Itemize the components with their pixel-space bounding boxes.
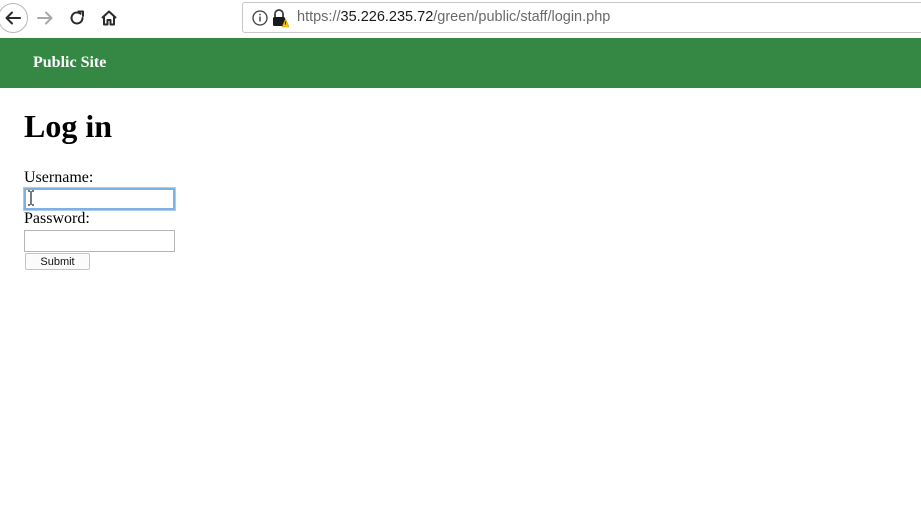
submit-button[interactable]: Submit — [25, 253, 90, 270]
browser-toolbar: https://35.226.235.72/green/public/staff… — [0, 0, 921, 38]
url-text[interactable]: https://35.226.235.72/green/public/staff… — [297, 9, 610, 25]
url-host: 35.226.235.72 — [340, 9, 434, 25]
text-cursor-icon — [28, 190, 34, 206]
address-bar[interactable]: https://35.226.235.72/green/public/staff… — [242, 2, 921, 33]
username-input[interactable] — [24, 188, 175, 210]
site-header: Public Site — [0, 38, 921, 88]
url-prefix: https:// — [297, 9, 341, 25]
forward-button[interactable] — [30, 3, 60, 33]
info-icon[interactable] — [251, 9, 269, 27]
password-input[interactable] — [24, 230, 175, 252]
back-arrow-icon — [5, 11, 21, 25]
public-site-link[interactable]: Public Site — [33, 54, 106, 72]
url-path: /green/public/staff/login.php — [433, 9, 611, 25]
forward-arrow-icon — [37, 11, 53, 25]
back-button[interactable] — [0, 3, 28, 33]
reload-icon — [70, 10, 84, 25]
password-label: Password: — [24, 210, 90, 227]
reload-button[interactable] — [62, 3, 92, 33]
insecure-lock-icon[interactable] — [271, 8, 289, 28]
username-label: Username: — [24, 169, 94, 186]
home-button[interactable] — [94, 3, 124, 33]
home-icon — [101, 10, 117, 26]
page-title: Log in — [24, 108, 113, 144]
